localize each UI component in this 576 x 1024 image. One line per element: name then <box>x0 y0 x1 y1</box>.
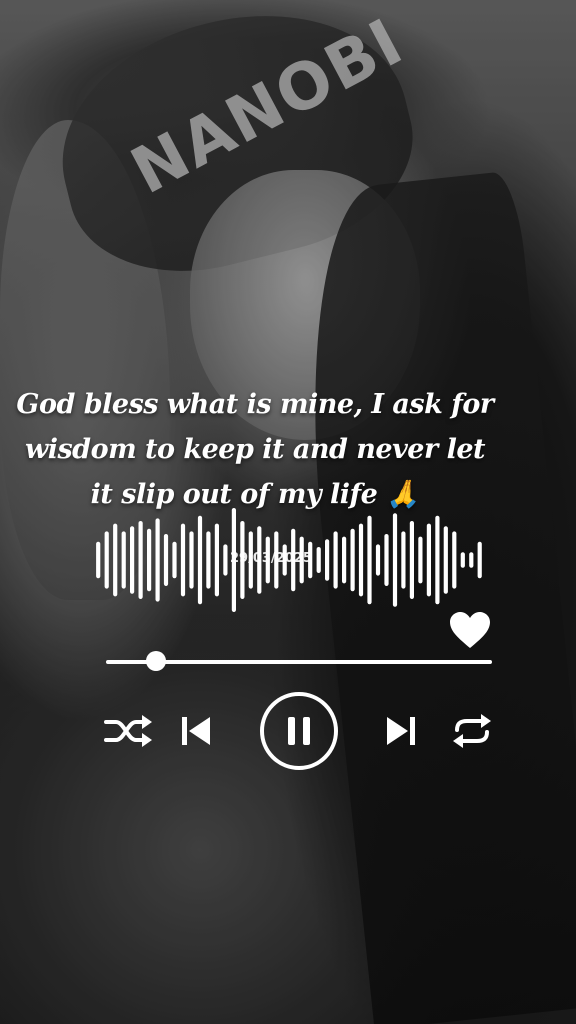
waveform-bar <box>113 523 118 597</box>
waveform-date: 29/03/2025 <box>230 551 312 566</box>
repeat-button[interactable] <box>449 714 495 748</box>
play-pause-button[interactable] <box>258 690 340 772</box>
waveform-bar <box>147 528 152 592</box>
waveform-bar <box>418 536 423 584</box>
waveform-bar <box>375 544 381 576</box>
waveform-bar <box>443 526 448 594</box>
previous-button[interactable] <box>180 714 212 748</box>
playback-controls <box>0 690 576 772</box>
waveform-bar <box>96 541 101 579</box>
waveform-bar <box>138 521 143 599</box>
waveform-bar <box>350 528 355 592</box>
waveform-bar <box>435 515 440 605</box>
repeat-icon <box>453 714 491 748</box>
shuffle-button[interactable] <box>104 714 154 748</box>
waveform-bar <box>392 513 398 607</box>
skip-next-icon <box>387 717 415 745</box>
music-player-screen: NANOBI God bless what is mine, I ask for… <box>0 0 576 1024</box>
waveform-bar <box>384 534 389 586</box>
waveform-bar <box>409 521 414 599</box>
waveform-bar <box>104 531 109 589</box>
waveform-bar <box>155 518 160 602</box>
waveform-bar <box>342 536 347 584</box>
waveform-bar <box>316 547 321 573</box>
waveform-bar <box>469 552 474 568</box>
waveform-bar <box>333 531 338 589</box>
like-button[interactable] <box>448 610 492 650</box>
pause-icon <box>260 692 338 770</box>
waveform-bar <box>367 515 372 605</box>
waveform-bar <box>452 531 457 589</box>
waveform-bar <box>426 523 431 597</box>
waveform-bar <box>223 544 228 576</box>
waveform-bar <box>189 531 194 589</box>
waveform-bar <box>130 526 135 594</box>
waveform-bar <box>325 539 330 581</box>
waveform-bar <box>163 534 169 586</box>
waveform-bar <box>358 523 364 597</box>
waveform-bar <box>214 523 219 597</box>
skip-previous-icon <box>182 717 210 745</box>
waveform-bar <box>401 531 406 589</box>
quote-text: God bless what is mine, I ask for wisdom… <box>16 389 494 510</box>
waveform-bar <box>460 552 465 568</box>
next-button[interactable] <box>385 714 417 748</box>
waveform-bar <box>197 515 203 605</box>
shuffle-icon <box>104 715 152 747</box>
waveform-bar <box>477 541 482 579</box>
waveform-bar <box>121 531 126 589</box>
progress-bar[interactable] <box>106 651 492 671</box>
waveform-bar <box>206 531 211 589</box>
heart-icon <box>450 612 490 648</box>
waveform-bar <box>180 523 186 597</box>
waveform-bar <box>172 541 177 579</box>
